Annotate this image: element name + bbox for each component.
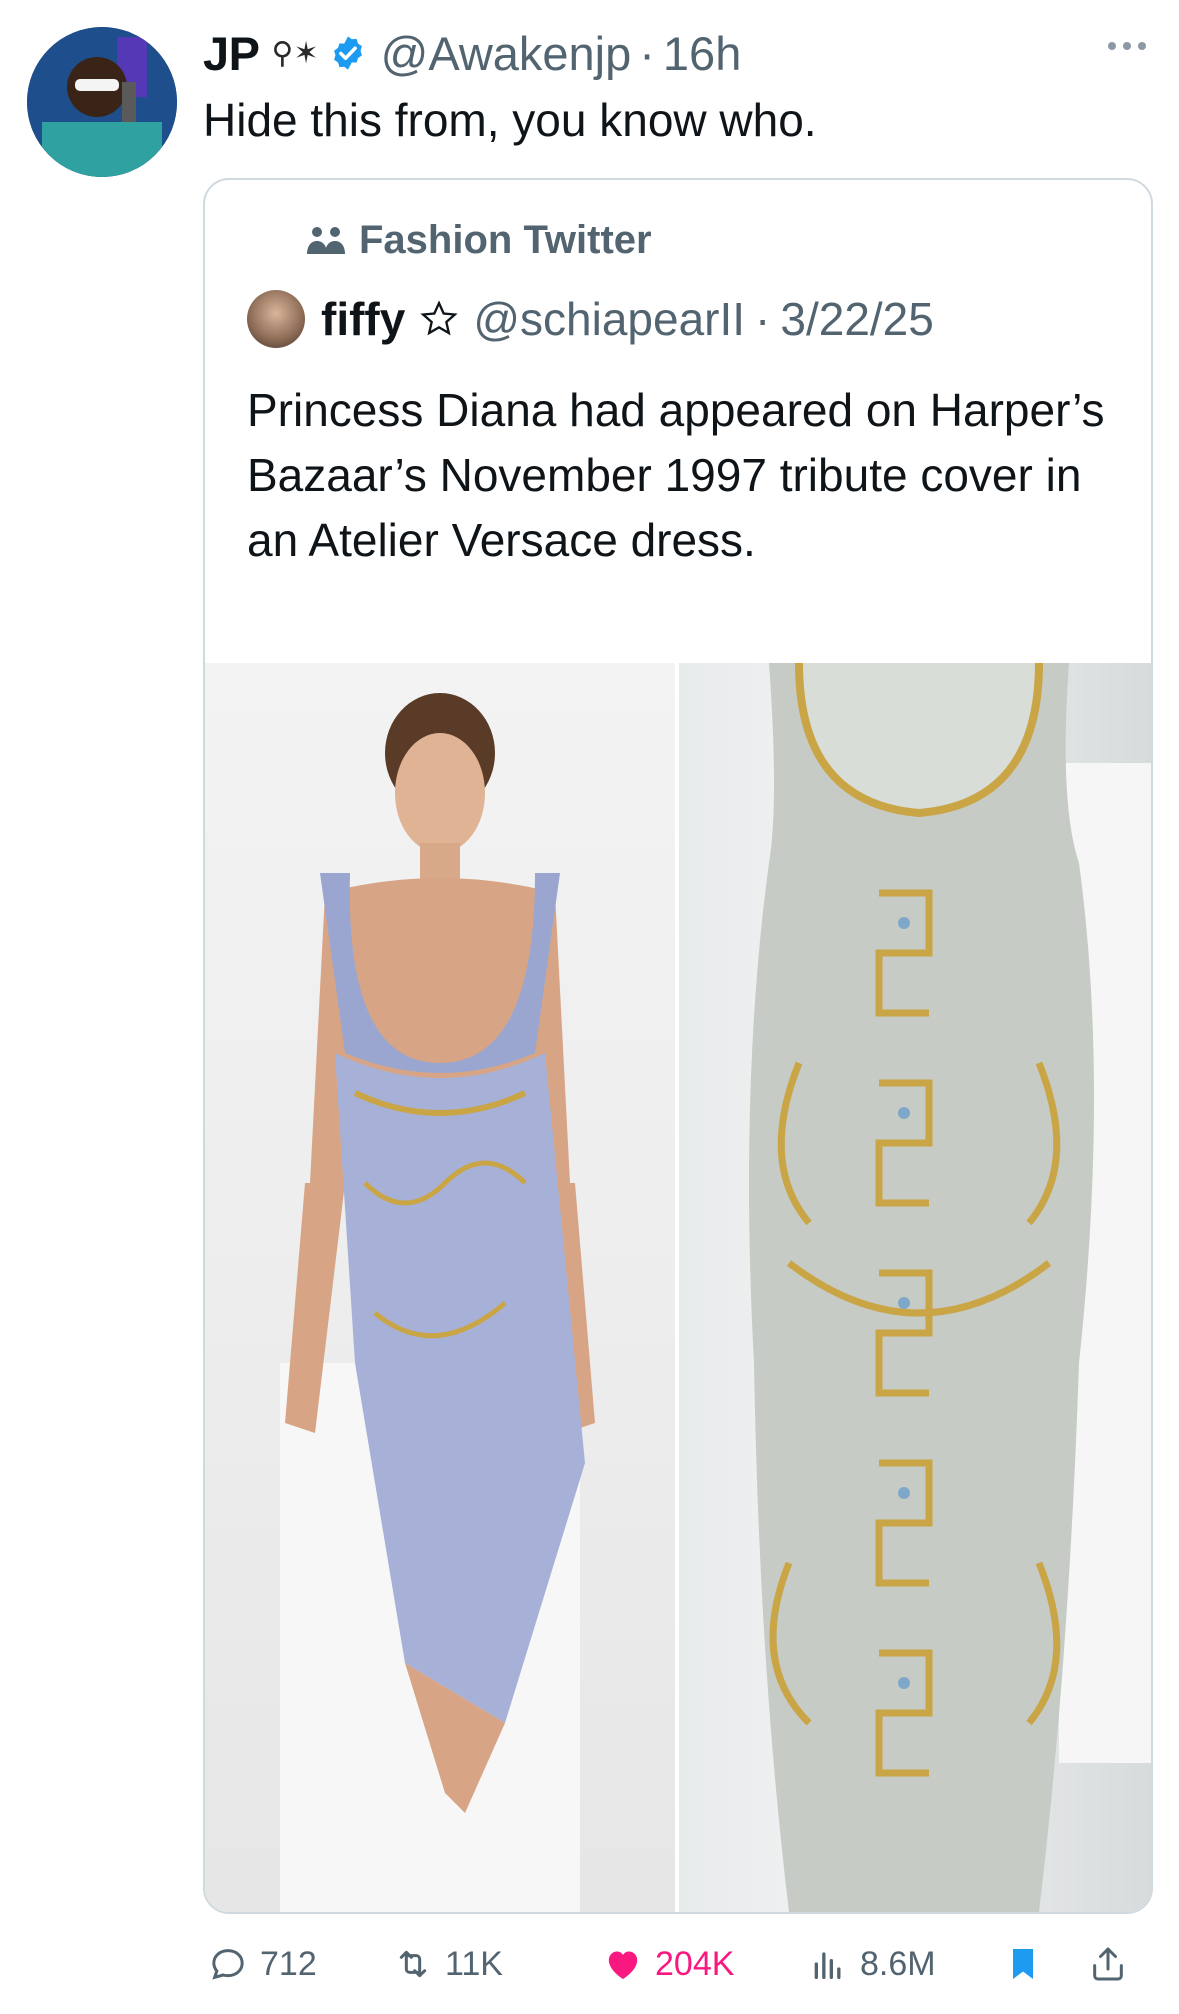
author-name[interactable]: JP (203, 26, 260, 81)
views-count: 8.6M (860, 1944, 936, 1983)
community-label[interactable]: Fashion Twitter (305, 218, 652, 263)
bookmark-button[interactable] (1003, 1944, 1043, 1984)
action-bar: 712 11K 204K 8.6M (203, 1944, 1149, 1994)
star-icon (420, 300, 458, 336)
quote-author-avatar[interactable] (247, 290, 305, 348)
quote-card[interactable]: Fashion Twitter fiffy @schiapearII · 3/2… (203, 178, 1153, 1914)
reply-button[interactable]: 712 (208, 1944, 317, 1984)
reply-count: 712 (260, 1944, 317, 1983)
reply-icon (212, 1949, 244, 1980)
separator: · (639, 26, 655, 80)
quote-text: Princess Diana had appeared on Harper’s … (247, 384, 1105, 566)
heart-icon (608, 1951, 638, 1979)
community-name: Fashion Twitter (359, 218, 652, 262)
share-button[interactable] (1088, 1944, 1128, 1984)
views-button[interactable]: 8.6M (808, 1944, 936, 1984)
repost-button[interactable]: 11K (393, 1944, 503, 1984)
quote-author-handle[interactable]: @schiapearII (473, 292, 745, 346)
quote-separator: · (755, 293, 771, 345)
quote-header: fiffy @schiapearII · 3/22/25 (247, 290, 934, 348)
community-icon (307, 226, 345, 254)
retweet-icon (399, 1950, 427, 1978)
share-icon (1093, 1947, 1123, 1981)
views-icon (814, 1952, 841, 1979)
tweet-header: JP ⚲✶ @Awakenjp · 16h (203, 24, 741, 82)
photo-versace-dress[interactable] (679, 663, 1151, 1912)
author-emoji: ⚲✶ (271, 36, 319, 70)
bookmark-icon (1013, 1949, 1033, 1979)
more-icon[interactable] (1105, 36, 1149, 56)
repost-count: 11K (445, 1944, 503, 1983)
quote-date[interactable]: 3/22/25 (780, 292, 933, 346)
like-button[interactable]: 204K (603, 1944, 734, 1984)
tweet-time[interactable]: 16h (663, 26, 741, 81)
author-handle[interactable]: @Awakenjp (381, 26, 632, 81)
like-count: 204K (655, 1944, 735, 1983)
photo-diana-dress[interactable] (205, 663, 675, 1912)
author-avatar[interactable] (27, 27, 177, 177)
quote-author-name[interactable]: fiffy (321, 292, 405, 346)
tweet-text: Hide this from, you know who. (203, 94, 817, 146)
verified-icon (333, 36, 362, 70)
